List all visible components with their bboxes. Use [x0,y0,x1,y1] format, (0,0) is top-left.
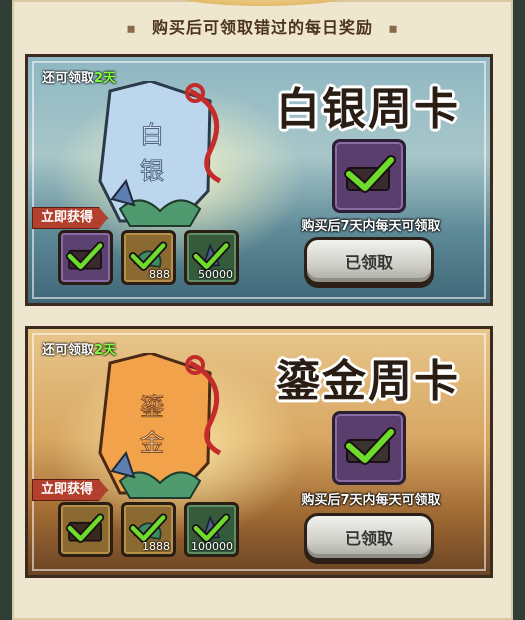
card-description: 购买后7天内每天可领取 [301,493,441,508]
tag-char-top: 白 [140,121,164,149]
instant-rewards: 888 50000 [58,230,239,285]
check-icon [65,241,105,271]
silver-weekly-card: 还可领取2天 白 银 白银周卡 购买后7天内每天可领取 已领取 立即获得 888… [25,54,493,306]
card-title: 白银周卡 [276,84,460,135]
claimed-button[interactable]: 已领取 [304,237,434,285]
daily-reward-icon [332,139,406,213]
reward-crystal: 50000 [184,230,239,285]
silver-tag-icon: 白 银 [98,81,222,227]
diamond-ornament-icon: ◆ [122,20,142,39]
card-title: 鎏金周卡 [276,356,460,407]
instant-rewards: 1888 100000 [58,502,239,557]
header-title: 购买后可领取错过的每日奖励 [151,18,373,37]
reward-chest [58,230,113,285]
tag-char-bottom: 金 [140,429,164,457]
reward-count: 888 [149,268,170,281]
reward-count: 50000 [198,268,233,281]
gold-tag-icon: 鎏 金 [98,353,222,499]
diamond-ornament-icon: ◆ [383,20,403,39]
check-icon [344,427,396,465]
get-now-banner: 立即获得 [32,207,109,229]
card-description: 购买后7天内每天可领取 [301,219,441,234]
daily-reward-icon [332,411,406,485]
header: ◆ 购买后可领取错过的每日奖励 ◆ [0,14,525,39]
claimed-button[interactable]: 已领取 [304,513,434,561]
tag-char-bottom: 银 [140,157,164,185]
tag-char-top: 鎏 [140,393,164,421]
check-icon [65,513,105,543]
reward-dragon: 888 [121,230,176,285]
reward-chest [58,502,113,557]
check-icon [344,155,396,193]
reward-dragon: 1888 [121,502,176,557]
reward-count: 100000 [191,540,233,553]
gold-weekly-card: 还可领取2天 鎏 金 鎏金周卡 购买后7天内每天可领取 已领取 立即获得 188… [25,326,493,578]
get-now-banner: 立即获得 [32,479,109,501]
reward-crystal: 100000 [184,502,239,557]
reward-count: 1888 [142,540,170,553]
